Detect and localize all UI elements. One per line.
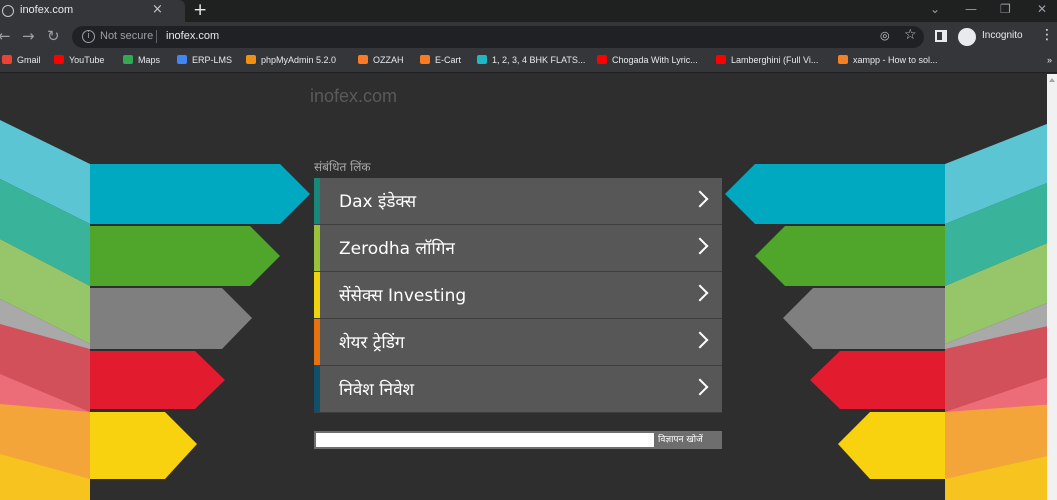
browser-tab[interactable]: inofex.com × — [0, 0, 185, 22]
right-arrow-gray — [783, 288, 945, 349]
eye-off-icon[interactable]: ◎ — [880, 29, 890, 42]
link-accent-bar — [314, 272, 320, 318]
related-link-zerodha[interactable]: Zerodha लॉगिन — [314, 225, 722, 272]
related-link-investment[interactable]: निवेश निवेश — [314, 366, 722, 413]
close-window-icon[interactable]: ✕ — [1037, 2, 1047, 16]
bookmark-bhk-flats[interactable]: 1, 2, 3, 4 BHK FLATS... — [477, 55, 585, 70]
page-content: inofex.com संबंधित लिंक Dax इंडेक्स Zero… — [0, 74, 1057, 500]
reload-icon[interactable]: ↻ — [47, 27, 60, 45]
left-arrow-red — [90, 351, 225, 409]
youtube-icon — [716, 55, 726, 64]
google-icon — [2, 55, 12, 64]
chevron-right-icon — [691, 284, 709, 302]
bookmarks-overflow[interactable]: » — [1047, 55, 1052, 70]
left-arrow-yellow — [90, 412, 197, 479]
related-links-heading: संबंधित लिंक — [314, 160, 371, 174]
related-link-share-trading[interactable]: शेयर ट्रेडिंग — [314, 319, 722, 366]
info-icon[interactable]: i — [82, 30, 95, 43]
left-arrow-cyan — [90, 164, 310, 224]
tab-strip: inofex.com × + ⌄ — ❐ ✕ — [0, 0, 1057, 22]
youtube-icon — [54, 55, 64, 64]
kebab-menu-icon[interactable]: ⋮ — [1040, 27, 1054, 43]
bookmark-gmail[interactable]: Gmail — [2, 55, 41, 70]
back-icon[interactable]: ← — [0, 27, 11, 45]
bookmark-lamberghini[interactable]: Lamberghini (Full Vi... — [716, 55, 818, 70]
chevron-right-icon — [691, 237, 709, 255]
bookmark-star-icon[interactable]: ☆ — [904, 27, 917, 43]
tab-close-button[interactable]: × — [152, 2, 163, 17]
left-decor-ribbons — [0, 120, 310, 500]
housing-icon — [477, 55, 487, 64]
url-divider — [156, 30, 157, 43]
bookmarks-bar: Gmail YouTube Maps ERP-LMS phpMyAdmin 5.… — [0, 52, 1057, 73]
globe-icon — [2, 5, 14, 17]
ad-search-box: विज्ञापन खोजें — [314, 431, 722, 449]
url-text[interactable]: inofex.com — [166, 30, 219, 42]
erp-icon — [177, 55, 187, 64]
link-accent-bar — [314, 366, 320, 412]
xampp-icon — [420, 55, 430, 64]
related-link-dax[interactable]: Dax इंडेक्स — [314, 178, 722, 225]
ad-search-button[interactable]: विज्ञापन खोजें — [658, 432, 703, 445]
link-label: Dax इंडेक्स — [339, 192, 417, 212]
maps-icon — [123, 55, 133, 64]
tab-search-icon[interactable]: ⌄ — [930, 2, 940, 16]
incognito-label[interactable]: Incognito — [982, 30, 1023, 41]
chevron-right-icon — [691, 331, 709, 349]
link-label: शेयर ट्रेडिंग — [339, 333, 405, 353]
right-arrow-yellow — [838, 412, 945, 479]
right-arrow-red — [810, 351, 945, 409]
right-arrow-green — [755, 226, 945, 286]
forward-icon[interactable]: → — [22, 27, 35, 45]
ad-search-input[interactable] — [316, 433, 654, 447]
link-accent-bar — [314, 319, 320, 365]
bookmark-erp-lms[interactable]: ERP-LMS — [177, 55, 232, 70]
right-arrow-cyan — [725, 164, 945, 224]
phpmyadmin-icon — [246, 55, 256, 64]
bookmark-chogada[interactable]: Chogada With Lyric... — [597, 55, 698, 70]
scroll-up-arrow-icon[interactable] — [1049, 78, 1055, 82]
browser-toolbar: ← → ↻ i Not secure inofex.com ◎ ☆ Incogn… — [0, 22, 1057, 52]
minimize-icon[interactable]: — — [965, 2, 977, 16]
xampp-icon — [358, 55, 368, 64]
page-scrollbar[interactable] — [1047, 74, 1057, 500]
left-arrow-green — [90, 226, 280, 286]
bookmark-ozzah[interactable]: OZZAH — [358, 55, 404, 70]
link-label: सेंसेक्स Investing — [339, 286, 467, 306]
left-arrow-gray — [90, 288, 252, 349]
link-label: Zerodha लॉगिन — [339, 239, 455, 259]
youtube-icon — [597, 55, 607, 64]
side-panel-icon[interactable] — [935, 30, 947, 42]
link-accent-bar — [314, 178, 320, 224]
bookmark-youtube[interactable]: YouTube — [54, 55, 104, 70]
stackoverflow-icon — [838, 55, 848, 64]
security-status[interactable]: Not secure — [100, 30, 153, 42]
chevron-right-icon — [691, 378, 709, 396]
bookmark-xampp[interactable]: xampp - How to sol... — [838, 55, 938, 70]
restore-icon[interactable]: ❐ — [1000, 2, 1011, 16]
bookmark-maps[interactable]: Maps — [123, 55, 160, 70]
bookmark-phpmyadmin[interactable]: phpMyAdmin 5.2.0 — [246, 55, 336, 70]
tab-title: inofex.com — [20, 4, 74, 16]
link-label: निवेश निवेश — [339, 380, 415, 400]
incognito-icon[interactable] — [958, 28, 976, 46]
right-decor-ribbons — [725, 120, 1057, 500]
address-bar[interactable]: i Not secure inofex.com ◎ ☆ — [72, 26, 924, 48]
link-accent-bar — [314, 225, 320, 271]
site-logo[interactable]: inofex.com — [310, 86, 397, 107]
new-tab-button[interactable]: + — [193, 0, 207, 20]
related-links-list: Dax इंडेक्स Zerodha लॉगिन सेंसेक्स Inves… — [314, 178, 722, 413]
chevron-right-icon — [691, 190, 709, 208]
bookmark-e-cart[interactable]: E-Cart — [420, 55, 461, 70]
related-link-sensex[interactable]: सेंसेक्स Investing — [314, 272, 722, 319]
